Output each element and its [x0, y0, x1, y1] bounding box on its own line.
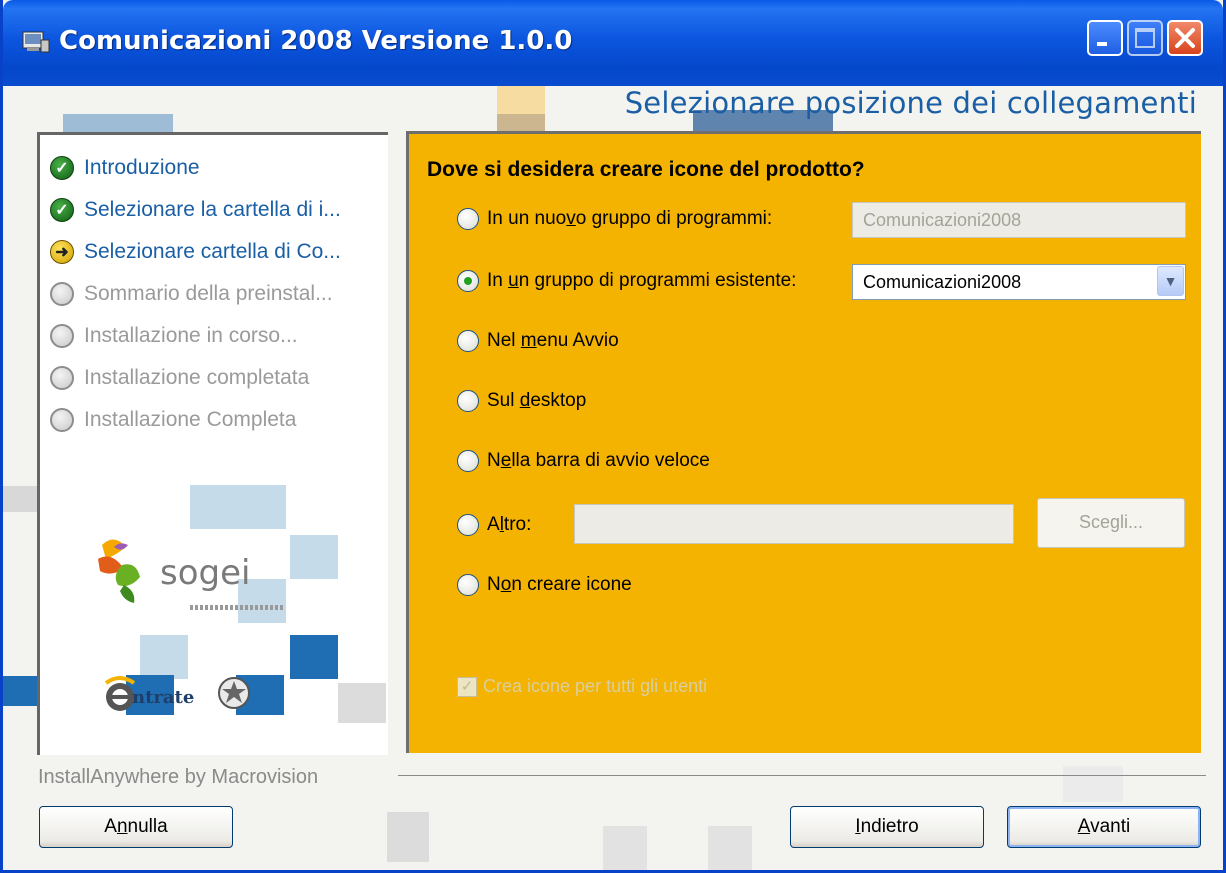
sogei-logo-mark — [84, 525, 164, 605]
radio-button[interactable] — [457, 574, 479, 596]
installer-app-icon — [22, 31, 50, 53]
step-label: Installazione in corso... — [84, 324, 298, 347]
step-2: ✓ Selezionare la cartella di i... — [50, 193, 341, 227]
agenzia-entrate-logo: ntrate — [102, 675, 212, 715]
decor-square — [190, 485, 238, 529]
chevron-down-icon[interactable]: ▼ — [1157, 266, 1184, 296]
decor-square — [3, 676, 37, 706]
shortcut-location-panel: Dove si desidera creare icone del prodot… — [406, 131, 1201, 753]
step-label: Selezionare la cartella di i... — [84, 198, 341, 221]
minimize-button[interactable] — [1087, 20, 1123, 56]
maximize-icon — [1135, 28, 1155, 48]
decor-square — [338, 683, 386, 723]
all-users-checkbox[interactable]: ✓ Crea icone per tutti gli utenti — [457, 676, 707, 697]
step-5: Installazione in corso... — [50, 319, 298, 353]
radio-new-group[interactable]: In un nuovo gruppo di programmi: — [457, 208, 772, 230]
radio-start-menu[interactable]: Nel menu Avvio — [457, 330, 619, 352]
step-7: Installazione Completa — [50, 403, 296, 437]
option-label: Nel menu Avvio — [487, 330, 619, 351]
step-label: Introduzione — [84, 156, 200, 179]
radio-button[interactable] — [457, 514, 479, 536]
radio-existing-group[interactable]: In un gruppo di programmi esistente: — [457, 270, 796, 292]
title-bar[interactable]: Comunicazioni 2008 Versione 1.0.0 — [3, 0, 1223, 86]
checkbox-checked-icon[interactable]: ✓ — [457, 676, 477, 697]
decor-square — [290, 635, 338, 679]
question-label: Dove si desidera creare icone del prodot… — [427, 158, 865, 181]
radio-button[interactable] — [457, 208, 479, 230]
back-button[interactable]: Indietro — [790, 806, 984, 848]
radio-button[interactable] — [457, 450, 479, 472]
new-group-name-field[interactable]: Comunicazioni2008 — [852, 202, 1186, 238]
other-path-field[interactable] — [574, 504, 1014, 544]
dropdown-value: Comunicazioni2008 — [863, 272, 1022, 292]
steps-panel: ✓ Introduzione ✓ Selezionare la cartella… — [37, 132, 388, 755]
republic-emblem-icon — [216, 673, 252, 713]
window-title: Comunicazioni 2008 Versione 1.0.0 — [59, 26, 573, 56]
option-label: Sul desktop — [487, 390, 587, 411]
step-label: Selezionare cartella di Co... — [84, 240, 341, 263]
pending-circle-icon — [50, 324, 74, 348]
option-label: In un gruppo di programmi esistente: — [487, 270, 797, 291]
cancel-button[interactable]: Annulla — [39, 806, 233, 848]
step-label: Installazione completata — [84, 366, 310, 389]
step-6: Installazione completata — [50, 361, 309, 395]
radio-quick-launch[interactable]: Nella barra di avvio veloce — [457, 450, 710, 472]
radio-selected-dot — [464, 277, 472, 285]
close-button[interactable] — [1167, 20, 1203, 56]
step-3: ➜ Selezionare cartella di Co... — [50, 235, 341, 269]
choose-button[interactable]: Scegli... — [1037, 498, 1185, 548]
arrow-right-icon: ➜ — [50, 240, 74, 264]
checkbox-label: Crea icone per tutti gli utenti — [483, 676, 708, 696]
decor-square — [387, 812, 429, 862]
sogei-logo-text: sogei — [160, 553, 251, 593]
radio-other[interactable]: Altro: — [457, 514, 531, 536]
page-heading: Selezionare posizione dei collegamenti — [624, 86, 1197, 120]
decor-square — [238, 485, 286, 529]
step-1: ✓ Introduzione — [50, 151, 200, 185]
minimize-icon — [1097, 42, 1107, 46]
pending-circle-icon — [50, 282, 74, 306]
checkmark-icon: ✓ — [50, 156, 74, 180]
radio-button[interactable] — [457, 390, 479, 412]
next-button[interactable]: Avanti — [1007, 806, 1201, 848]
pending-circle-icon — [50, 366, 74, 390]
installer-content: Selezionare posizione dei collegamenti ✓… — [3, 86, 1223, 870]
decor-square — [708, 826, 752, 870]
sogei-tagline — [190, 605, 285, 610]
vendor-label: InstallAnywhere by Macrovision — [38, 766, 319, 788]
decor-square — [63, 114, 173, 132]
decor-square — [140, 635, 188, 679]
radio-no-icons[interactable]: Non creare icone — [457, 574, 632, 596]
radio-button[interactable] — [457, 330, 479, 352]
option-label: Non creare icone — [487, 574, 632, 595]
entrate-logo-text: ntrate — [132, 687, 195, 708]
decor-square — [290, 535, 338, 579]
pending-circle-icon — [50, 408, 74, 432]
radio-desktop[interactable]: Sul desktop — [457, 390, 586, 412]
installer-window: Comunicazioni 2008 Versione 1.0.0 Selezi… — [0, 0, 1226, 873]
step-label: Sommario della preinstal... — [84, 282, 333, 305]
decor-square — [1063, 766, 1123, 802]
footer-divider — [398, 775, 1206, 776]
decor-square — [603, 826, 647, 870]
decor-square — [3, 486, 37, 512]
existing-group-dropdown[interactable]: Comunicazioni2008 ▼ — [852, 264, 1186, 300]
step-label: Installazione Completa — [84, 408, 297, 431]
step-4: Sommario della preinstal... — [50, 277, 333, 311]
decor-square — [497, 114, 545, 132]
option-label: Altro: — [487, 514, 532, 535]
option-label: Nella barra di avvio veloce — [487, 450, 710, 471]
close-icon — [1175, 28, 1195, 48]
radio-button[interactable] — [457, 270, 479, 292]
option-label: In un nuovo gruppo di programmi: — [487, 208, 773, 229]
checkmark-icon: ✓ — [50, 198, 74, 222]
maximize-button[interactable] — [1127, 20, 1163, 56]
